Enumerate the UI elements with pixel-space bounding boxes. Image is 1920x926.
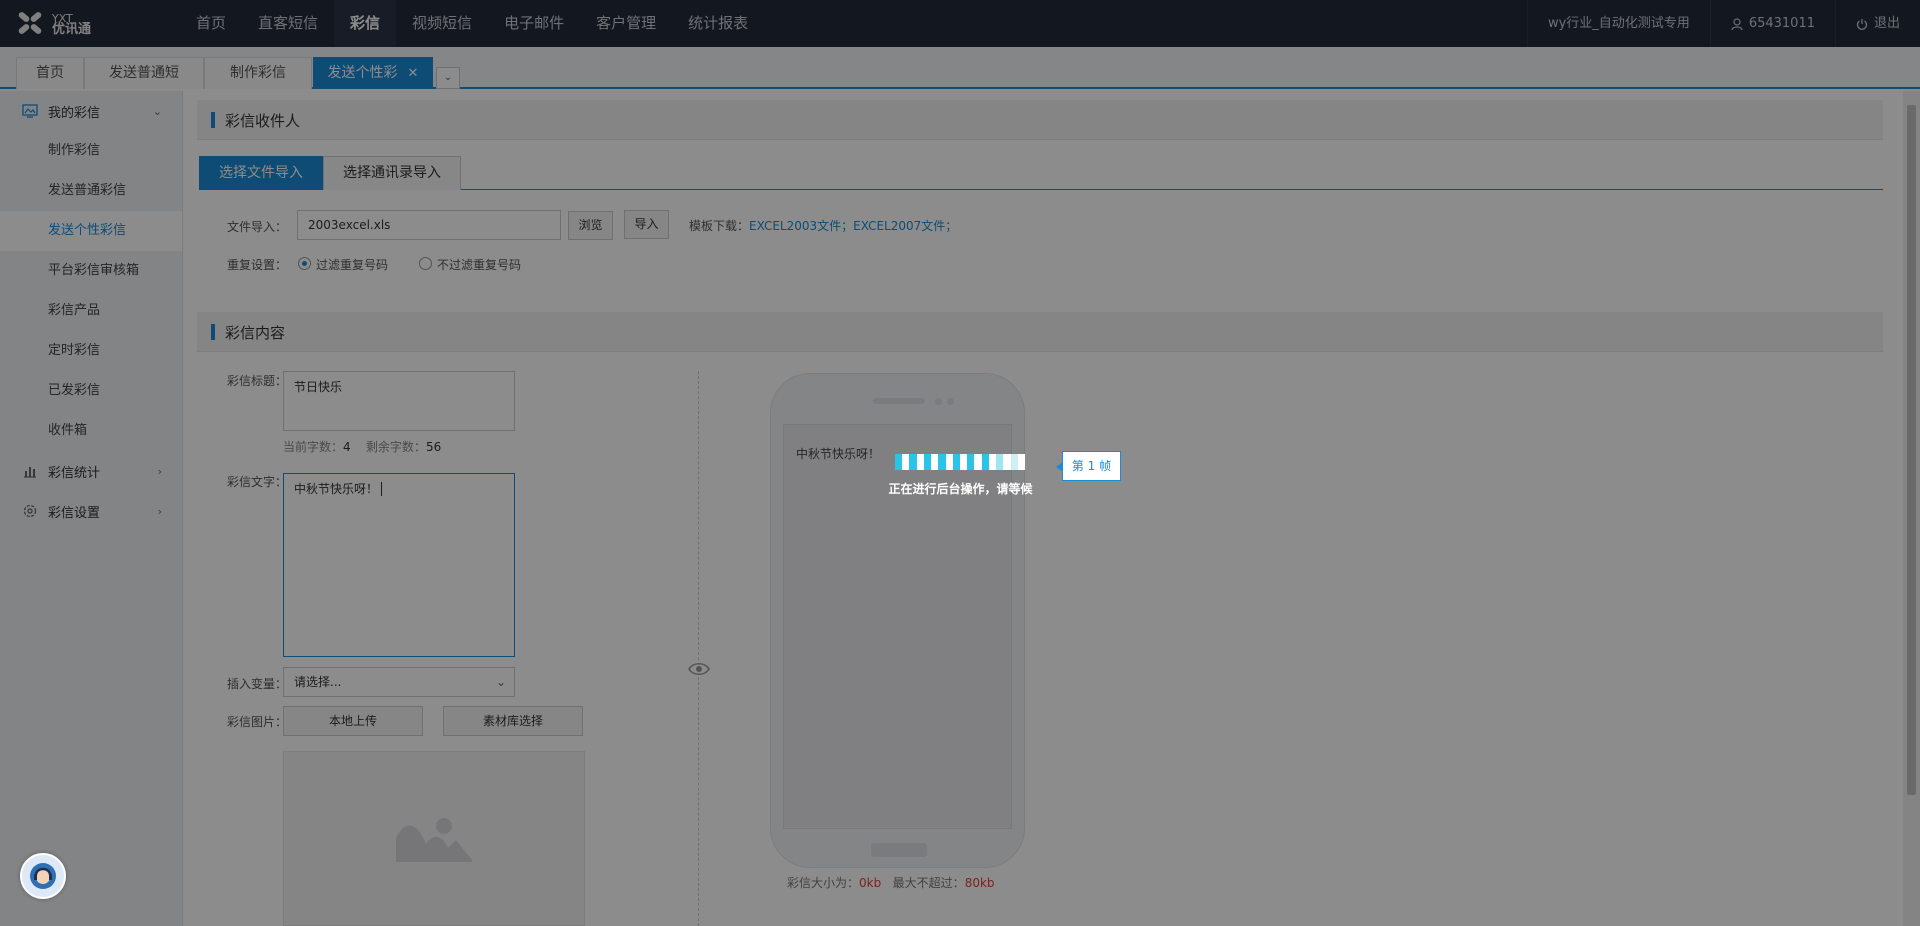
customer-service-button[interactable] [20,853,66,899]
loading-progress-bar [895,454,1025,470]
headset-icon [30,863,56,889]
frame-label[interactable]: 第 1 帧 [1056,451,1121,481]
loading-message: 正在进行后台操作，请等候 [888,482,1033,496]
